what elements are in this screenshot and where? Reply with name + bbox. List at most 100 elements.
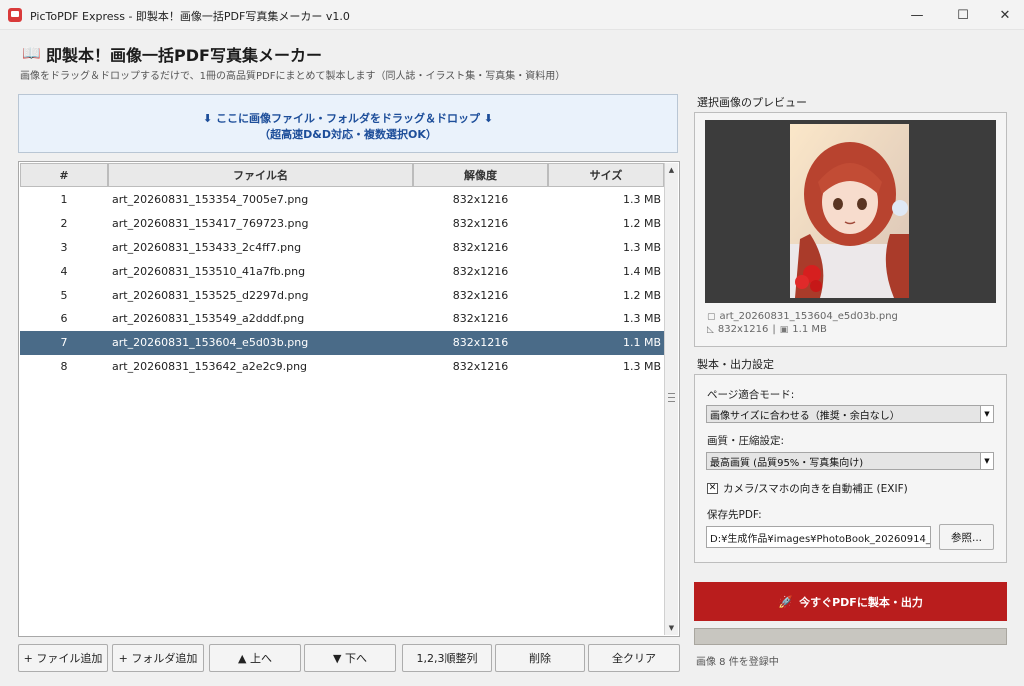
row-number: 5 [60,288,68,302]
preview-section-label: 選択画像のプレビュー [697,96,807,109]
drop-zone-note: （超高速D&D対応・複数選択OK） [259,128,437,141]
row-number: 2 [60,217,68,231]
page-mode-label: ページ適合モード: [707,389,795,401]
row-filename: art_20260831_153642_a2e2c9.png [112,359,308,373]
table-body: 1 art_20260831_153354_7005e7.png 832x1216 1… [20,188,664,378]
dropdown-arrow-icon[interactable]: ▼ [980,453,993,469]
row-size: 1.2 MB [622,288,661,302]
preview-info-row: ◺ 832x1216 | ▣ 1.1 MB [707,324,827,335]
browse-button[interactable]: 参照... [939,524,994,550]
sort-button[interactable]: 1,2,3順整列 [402,644,492,672]
export-pdf-button[interactable]: 🚀 今すぐPDFに製本・出力 [694,582,1007,621]
quality-select[interactable]: 最高画質 (品質95%・写真集向け) ▼ [706,452,994,470]
table-row[interactable]: 3 art_20260831_153433_2c4ff7.png 832x1216 1… [20,236,664,260]
row-filename: art_20260831_153433_2c4ff7.png [112,240,302,254]
row-size: 1.2 MB [622,217,661,231]
app-logo-icon [8,8,22,22]
exif-checkbox-row[interactable]: ✕ カメラ/スマホの向きを自動補正 (EXIF) [707,481,908,496]
add-file-button[interactable]: + ファイル追加 [18,644,108,672]
progress-bar [694,628,1007,645]
maximize-button[interactable]: ☐ [940,0,986,30]
drop-zone[interactable]: ⬇ ここに画像ファイル・フォルダをドラッグ＆ドロップ ⬇ （超高速D&D対応・複… [18,94,678,153]
row-resolution: 832x1216 [452,193,509,207]
preview-image [790,124,909,298]
move-up-button[interactable]: ▲ 上へ [209,644,301,672]
dropdown-arrow-icon[interactable]: ▼ [980,406,993,422]
scrollbar-grip-icon[interactable] [668,393,675,402]
settings-panel: ページ適合モード: 画像サイズに合わせる（推奨・余白なし） ▼ 画質・圧縮設定:… [694,374,1007,563]
row-size: 1.4 MB [622,264,661,278]
quality-value: 最高画質 (品質95%・写真集向け) [710,457,864,469]
save-path-label: 保存先PDF: [707,509,762,521]
title-bar: PicToPDF Express - 即製本！画像一括PDF写真集メーカー v1… [0,0,1024,30]
row-number: 3 [60,240,68,254]
preview-resolution: 832x1216 [717,324,769,335]
row-size: 1.3 MB [622,359,661,373]
table-header: # ファイル名 解像度 サイズ [20,163,664,187]
table-row[interactable]: 6 art_20260831_153549_a2dddf.png 832x1216 1… [20,307,664,331]
column-header-size[interactable]: サイズ [548,163,664,187]
row-number: 4 [60,264,68,278]
row-number: 8 [60,359,68,373]
row-resolution: 832x1216 [452,359,509,373]
column-header-filename[interactable]: ファイル名 [108,163,413,187]
row-size: 1.3 MB [622,193,661,207]
file-table[interactable]: # ファイル名 解像度 サイズ 1 art_20260831_153354_700… [18,161,680,637]
column-header-number[interactable]: # [20,163,108,187]
preview-canvas [705,120,996,303]
close-button[interactable]: ✕ [986,0,1024,30]
row-filename: art_20260831_153549_a2dddf.png [112,312,305,326]
row-number: 7 [60,336,68,350]
scroll-down-icon[interactable]: ▼ [665,621,678,635]
row-resolution: 832x1216 [452,240,509,254]
row-resolution: 832x1216 [452,288,509,302]
row-resolution: 832x1216 [452,336,509,350]
row-filename: art_20260831_153525_d2297d.png [112,288,309,302]
table-row[interactable]: 4 art_20260831_153510_41a7fb.png 832x1216 1… [20,259,664,283]
row-resolution: 832x1216 [452,312,509,326]
minimize-button[interactable]: — [894,0,940,30]
row-number: 1 [60,193,68,207]
save-path-input[interactable]: D:¥生成作品¥images¥PhotoBook_20260914_2 [706,526,931,548]
settings-section-label: 製本・出力設定 [697,358,774,371]
quality-label: 画質・圧縮設定: [707,435,785,447]
add-folder-button[interactable]: + フォルダ追加 [112,644,204,672]
row-resolution: 832x1216 [452,217,509,231]
table-row[interactable]: 2 art_20260831_153417_769723.png 832x1216 1… [20,212,664,236]
exif-checkbox[interactable]: ✕ [707,483,718,494]
disk-icon: ▣ [779,324,789,335]
move-down-button[interactable]: ▼ 下へ [304,644,396,672]
rocket-icon: 🚀 [778,594,794,609]
drop-zone-instruction: ⬇ ここに画像ファイル・フォルダをドラッグ＆ドロップ ⬇ [202,112,494,125]
table-row[interactable]: 5 art_20260831_153525_d2297d.png 832x1216 1… [20,283,664,307]
table-row[interactable]: 8 art_20260831_153642_a2e2c9.png 832x1216 1… [20,355,664,379]
status-text: 画像 8 件を登録中 [696,657,779,668]
exif-label: カメラ/スマホの向きを自動補正 (EXIF) [723,483,908,495]
row-size: 1.3 MB [622,240,661,254]
table-scrollbar[interactable]: ▲ ▼ [664,163,678,635]
row-filename: art_20260831_153417_769723.png [112,217,309,231]
page-mode-value: 画像サイズに合わせる（推奨・余白なし） [710,410,900,422]
row-filename: art_20260831_153604_e5d03b.png [112,336,309,350]
table-row[interactable]: 7 art_20260831_153604_e5d03b.png 832x1216 1… [20,330,664,355]
export-label: 今すぐPDFに製本・出力 [799,595,923,609]
clear-all-button[interactable]: 全クリア [588,644,680,672]
page-subtitle: 画像をドラッグ＆ドロップするだけで、1冊の高品質PDFにまとめて製本します（同人… [20,71,566,82]
row-resolution: 832x1216 [452,264,509,278]
preview-filename-row: ▢ art_20260831_153604_e5d03b.png [707,311,898,322]
row-number: 6 [60,312,68,326]
ruler-icon: ◺ [707,324,714,335]
page-mode-select[interactable]: 画像サイズに合わせる（推奨・余白なし） ▼ [706,405,994,423]
delete-button[interactable]: 削除 [495,644,585,672]
row-filename: art_20260831_153354_7005e7.png [112,193,309,207]
table-row[interactable]: 1 art_20260831_153354_7005e7.png 832x1216 1… [20,188,664,212]
preview-size: 1.1 MB [792,324,827,335]
column-header-resolution[interactable]: 解像度 [413,163,548,187]
row-size: 1.1 MB [622,336,661,350]
window-title: PicToPDF Express - 即製本！画像一括PDF写真集メーカー v1… [30,10,350,23]
meta-separator: | [772,324,776,335]
page-title: 即製本！画像一括PDF写真集メーカー [46,46,322,65]
book-icon: 📖 [22,44,41,62]
scroll-up-icon[interactable]: ▲ [665,163,678,177]
preview-panel: ▢ art_20260831_153604_e5d03b.png ◺ 832x1… [694,112,1007,347]
